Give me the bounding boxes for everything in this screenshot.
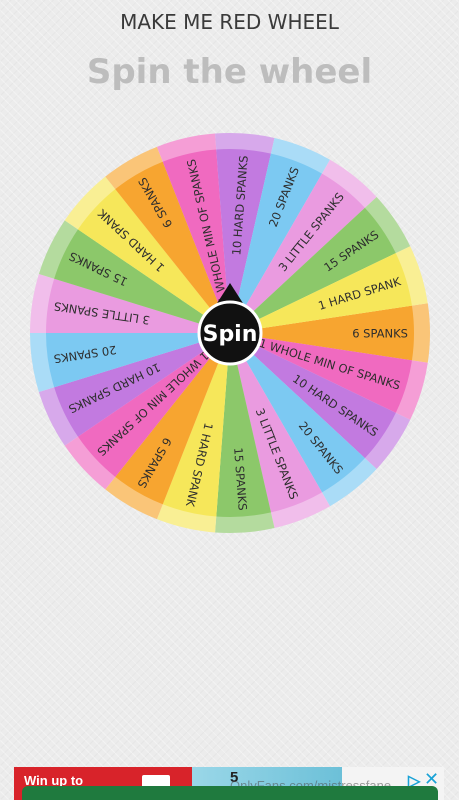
segment-label: 6 SPANKS bbox=[352, 327, 408, 341]
spin-button-label[interactable]: Spin bbox=[203, 322, 258, 347]
bottom-bar[interactable] bbox=[22, 786, 438, 800]
spin-wheel[interactable]: 6 SPANKS1 WHOLE MIN OF SPANKS10 HARD SPA… bbox=[0, 0, 459, 800]
